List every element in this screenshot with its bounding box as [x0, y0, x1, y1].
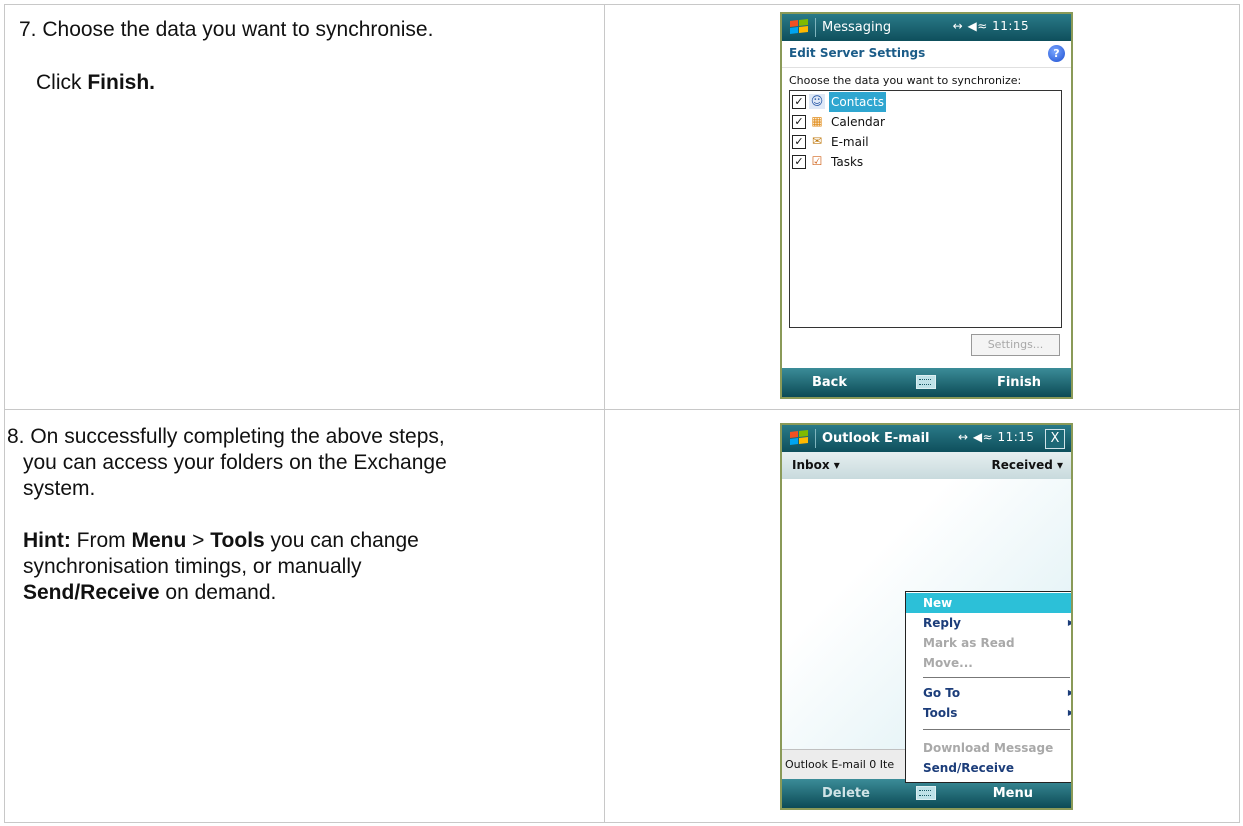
step-7-text: 7. Choose the data you want to synchroni…: [19, 17, 433, 96]
phone-screen-outlook-email: Outlook E-mail ↔ ◀≈ 11:15 X Inbox ▾ Rece…: [780, 423, 1073, 811]
title-bar: Outlook E-mail ↔ ◀≈ 11:15 X: [782, 425, 1071, 453]
contacts-checkbox[interactable]: ✓: [792, 95, 806, 109]
email-label[interactable]: E-mail: [829, 132, 871, 152]
back-softkey[interactable]: Back: [812, 375, 847, 390]
step-8-row: 8. On successfully completing the above …: [4, 409, 1240, 823]
contacts-icon: ☺: [809, 94, 825, 109]
app-title: Outlook E-mail: [822, 431, 930, 447]
step-8-text-cell: 8. On successfully completing the above …: [4, 409, 605, 823]
help-icon[interactable]: ?: [1048, 45, 1065, 62]
submenu-arrow-icon: ▶: [1068, 703, 1071, 723]
menu-item-new[interactable]: New: [906, 593, 1071, 614]
step-7-instruction: 7. Choose the data you want to synchroni…: [19, 18, 434, 41]
menu-separator: [923, 677, 1070, 679]
contacts-label[interactable]: Contacts: [829, 92, 886, 112]
step-8-line-1: 8. On successfully completing the above …: [7, 425, 445, 449]
step-8-line-3: system.: [23, 477, 96, 501]
tools-label: Tools: [923, 706, 958, 721]
email-checkbox[interactable]: ✓: [792, 135, 806, 149]
hint-line-1: Hint: From Menu > Tools you can change: [7, 528, 567, 554]
keyboard-icon[interactable]: [916, 375, 936, 389]
windows-logo-icon[interactable]: [788, 429, 810, 447]
delete-softkey[interactable]: Delete: [822, 786, 870, 801]
page-header: Edit Server Settings ?: [782, 41, 1071, 68]
step-7-click-finish: Click Finish.: [19, 70, 433, 96]
title-bar: Messaging ↔ ◀≈ 11:15: [782, 14, 1071, 41]
status-line-text: Outlook E-mail 0 Ite: [785, 758, 895, 772]
click-finish-bold: Finish.: [87, 71, 156, 94]
folder-dropdown[interactable]: Inbox ▾: [792, 458, 840, 472]
finish-softkey[interactable]: Finish: [997, 375, 1041, 390]
menu-item-send-receive[interactable]: Send/Receive: [906, 758, 1071, 778]
windows-logo-icon[interactable]: [788, 18, 810, 36]
hint-line-2: synchronisation timings, or manually: [23, 555, 362, 579]
menu-item-mark-as-read: Mark as Read: [923, 636, 1015, 651]
step-8-screenshot-cell: Outlook E-mail ↔ ◀≈ 11:15 X Inbox ▾ Rece…: [604, 409, 1240, 823]
hint-text-on-demand: on demand.: [159, 581, 277, 605]
step-7-row: 7. Choose the data you want to synchroni…: [4, 3, 1240, 411]
hint-text-from: From: [70, 529, 132, 553]
menu-separator: [923, 729, 1070, 731]
reply-label: Reply: [923, 616, 961, 631]
keyboard-icon[interactable]: [916, 786, 936, 801]
hint-tools: Tools: [210, 529, 265, 553]
step-7-text-cell: 7. Choose the data you want to synchroni…: [4, 3, 605, 411]
tasks-icon: ☑: [811, 154, 823, 168]
page-title: Edit Server Settings: [789, 46, 926, 60]
status-indicators[interactable]: ↔ ◀≈ 11:15: [958, 430, 1035, 444]
step-8-text: 8. On successfully completing the above …: [7, 424, 567, 606]
instructions-table: 7. Choose the data you want to synchroni…: [4, 3, 1240, 823]
calendar-icon: ▦: [811, 114, 823, 128]
menu-item-move: Move...: [923, 656, 973, 671]
menu-item-download-message: Download Message: [923, 741, 1054, 756]
calendar-label[interactable]: Calendar: [829, 112, 887, 132]
title-separator: [815, 18, 816, 37]
status-indicators[interactable]: ↔ ◀≈ 11:15: [944, 19, 1029, 33]
title-separator: [815, 429, 816, 449]
go-to-label: Go To: [923, 686, 961, 701]
folder-toolbar: Inbox ▾ Received ▾: [782, 452, 1071, 480]
hint-text-change: you can change: [264, 529, 419, 553]
step-8-line-2: you can access your folders on the Excha…: [23, 451, 447, 475]
hint-menu: Menu: [131, 529, 187, 553]
softkey-bar: Delete Menu: [782, 779, 1071, 809]
menu-item-tools[interactable]: Tools ▶: [906, 703, 1071, 723]
sync-data-list[interactable]: ✓ ☺ Contacts ✓ ▦ Calendar ✓ ✉ E-mail ✓ ☑…: [789, 90, 1062, 328]
sort-dropdown[interactable]: Received ▾: [992, 458, 1064, 472]
calendar-checkbox[interactable]: ✓: [792, 115, 806, 129]
submenu-arrow-icon: ▶: [1068, 683, 1071, 703]
hint-label: Hint:: [23, 529, 71, 553]
softkey-bar: Back Finish: [782, 368, 1071, 397]
close-icon[interactable]: X: [1045, 429, 1065, 450]
hint-line-3: Send/Receive on demand.: [7, 580, 567, 606]
menu-item-reply[interactable]: Reply ▶: [906, 613, 1071, 633]
tasks-label[interactable]: Tasks: [829, 152, 865, 172]
hint-gt: >: [186, 529, 211, 553]
email-icon: ✉: [811, 134, 823, 148]
tasks-checkbox[interactable]: ✓: [792, 155, 806, 169]
phone-screen-edit-server-settings: Messaging ↔ ◀≈ 11:15 Edit Server Setting…: [780, 12, 1073, 399]
step-7-screenshot-cell: Messaging ↔ ◀≈ 11:15 Edit Server Setting…: [604, 3, 1240, 411]
menu-softkey[interactable]: Menu: [993, 786, 1033, 801]
menu-item-go-to[interactable]: Go To ▶: [906, 683, 1071, 703]
click-prefix: Click: [36, 71, 88, 94]
app-title: Messaging: [822, 20, 892, 35]
choose-data-label: Choose the data you want to synchronize:: [789, 74, 1022, 87]
submenu-arrow-icon: ▶: [1068, 613, 1071, 633]
context-menu: New Reply ▶ Mark as Read Move... Go To ▶ T…: [905, 591, 1071, 784]
settings-button[interactable]: Settings...: [971, 334, 1060, 356]
hint-send-receive: Send/Receive: [23, 581, 160, 605]
